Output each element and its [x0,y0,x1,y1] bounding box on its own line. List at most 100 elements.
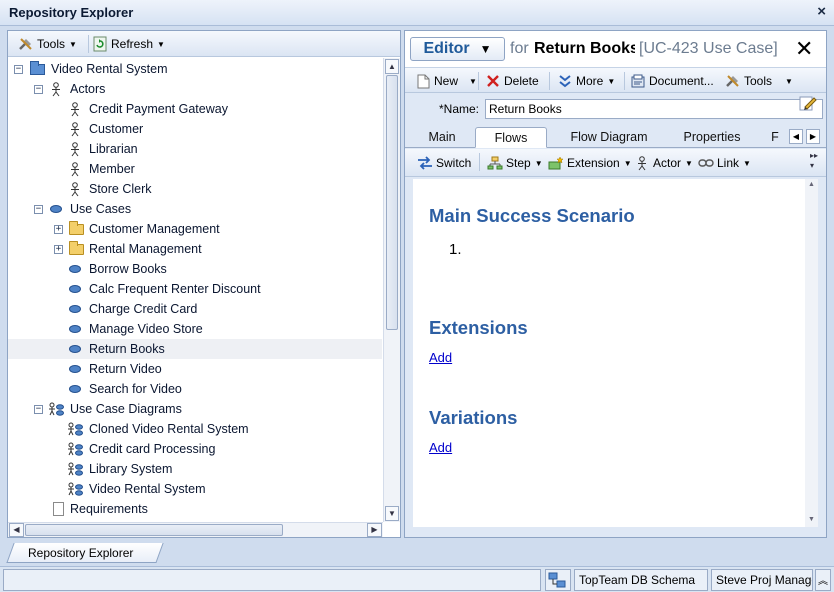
actor-label: Actor [653,156,682,170]
tree-item-use-case[interactable]: Manage Video Store [8,319,382,339]
tree-item-label: Use Cases [70,202,132,216]
collapse-icon[interactable]: − [34,84,43,94]
refresh-button[interactable]: Refresh ▼ [88,34,169,54]
caret-down-icon: ▼ [607,76,616,86]
tree-item-actors[interactable]: − Actors [8,79,382,99]
tree-horizontal-scrollbar[interactable]: ◀ ▶ [8,522,383,537]
name-input[interactable] [485,99,823,119]
diagram-icon [67,441,83,457]
tree-item-diagram[interactable]: Credit card Processing [8,439,382,459]
close-editor-icon[interactable]: ✕ [795,36,813,62]
tree-item-use-case[interactable]: Search for Video [8,379,382,399]
tree-item-actor[interactable]: Customer [8,119,382,139]
chevron-up-icon[interactable]: ︽ [815,569,831,591]
tree-item-use-case[interactable]: Borrow Books [8,259,382,279]
folder-icon [68,220,84,237]
collapse-icon[interactable]: − [34,204,43,214]
new-label: New [434,74,459,88]
tree-item-label: Actors [70,82,106,96]
network-icon[interactable] [545,569,571,591]
tree-item-label: Borrow Books [89,262,167,276]
switch-button[interactable]: Switch [413,153,475,173]
tree-item-label: Manage Video Store [89,322,203,336]
tree-item-actor[interactable]: Credit Payment Gateway [8,99,382,119]
scroll-thumb[interactable] [25,524,283,536]
scroll-right-icon[interactable]: ▶ [367,523,382,537]
tree-item-diagram[interactable]: Cloned Video Rental System [8,419,382,439]
toolbar-divider [478,72,479,90]
tree-item-label: Customer Management [89,222,220,236]
scroll-thumb[interactable] [386,75,398,330]
tab-scroll-left-icon[interactable]: ◀ [789,129,803,144]
tree-item-use-case[interactable]: Return Video [8,359,382,379]
tab-flows[interactable]: Flows [475,127,547,148]
tree-item-actor[interactable]: Store Clerk [8,179,382,199]
tab-flow-diagram[interactable]: Flow Diagram [559,127,659,148]
content-vertical-scrollbar[interactable]: ▲ ▼ [805,179,818,527]
item-id: [UC-423 Use Case] [639,40,778,57]
scroll-up-icon[interactable]: ▲ [385,59,399,74]
tree-item-folder[interactable]: + Customer Management [8,219,382,239]
actor-icon [67,121,83,137]
link-button[interactable]: Link ▼ [694,153,755,173]
editor-tools-button[interactable]: Tools ▼ [721,71,797,91]
extensions-add-link[interactable]: Add [429,350,452,365]
close-icon[interactable]: × [817,3,826,20]
tree-item-label: Video Rental System [89,482,206,496]
name-row: *Name: [405,94,826,122]
editor-toolbar: New ▼ Delete More ▼ Document... Tools ▼ [405,67,826,93]
flows-content: Main Success Scenario 1. Extensions Add … [413,179,805,527]
tree-item-use-cases[interactable]: − Use Cases [8,199,382,219]
extension-button[interactable]: Extension ▼ [544,153,636,173]
document-button[interactable]: Document... [626,71,718,91]
scroll-up-icon[interactable]: ▲ [808,181,815,188]
delete-button[interactable]: Delete [481,71,543,91]
variations-add-link[interactable]: Add [429,440,452,455]
toolbar-overflow-icon[interactable]: ▸▸ ▾ [810,151,820,173]
switch-label: Switch [436,156,472,170]
expand-icon[interactable]: + [54,244,63,254]
tab-main[interactable]: Main [413,127,471,148]
tree-item-folder[interactable]: + Rental Management [8,239,382,259]
editor-mode-button[interactable]: Editor ▼ [410,37,505,61]
actor-icon [634,155,650,171]
bottom-tab-repository-explorer[interactable]: Repository Explorer [28,546,133,560]
step-number[interactable]: 1. [449,241,462,258]
collapse-icon[interactable]: − [34,404,43,414]
tree-item-diagram[interactable]: Library System [8,459,382,479]
status-project[interactable]: Steve Proj Manager [711,569,813,591]
new-button[interactable]: New ▼ [411,71,481,91]
tab-properties[interactable]: Properties [673,127,751,148]
main-success-scenario-heading: Main Success Scenario [429,205,635,226]
step-button[interactable]: Step ▼ [483,153,547,173]
tree-item-use-case-diagrams[interactable]: − Use Case Diagrams [8,399,382,419]
tree-item-use-case-selected[interactable]: Return Books [8,339,382,359]
tab-overflow[interactable]: F [765,127,785,148]
status-schema[interactable]: TopTeam DB Schema [574,569,708,591]
scroll-down-icon[interactable]: ▼ [385,506,399,521]
tree-item-actor[interactable]: Librarian [8,139,382,159]
tree-item-diagram[interactable]: Video Rental System [8,479,382,499]
more-button[interactable]: More ▼ [553,71,619,91]
tab-scroll-right-icon[interactable]: ▶ [806,129,820,144]
tree-item-root[interactable]: − Video Rental System [8,59,382,79]
actor-button[interactable]: Actor ▼ [630,153,697,173]
tools-button[interactable]: Tools ▼ [14,34,81,54]
tree-vertical-scrollbar[interactable]: ▲ ▼ [383,58,400,522]
tree-item-label: Library System [89,462,173,476]
tree-item-use-case[interactable]: Calc Frequent Renter Discount [8,279,382,299]
edit-pencil-icon[interactable] [799,96,817,112]
actor-icon [67,181,83,197]
title-bar: Repository Explorer × [0,0,834,26]
use-case-icon [67,321,83,337]
expand-icon[interactable]: + [54,224,63,234]
tree-item-requirements[interactable]: Requirements [8,499,382,519]
switch-icon [417,155,433,171]
scroll-left-icon[interactable]: ◀ [9,523,24,537]
window-title: Repository Explorer [9,5,134,20]
tree-item-use-case[interactable]: Charge Credit Card [8,299,382,319]
tree-item-label: Credit Payment Gateway [89,102,228,116]
scroll-down-icon[interactable]: ▼ [808,516,815,523]
tree-item-actor[interactable]: Member [8,159,382,179]
collapse-icon[interactable]: − [14,64,23,74]
